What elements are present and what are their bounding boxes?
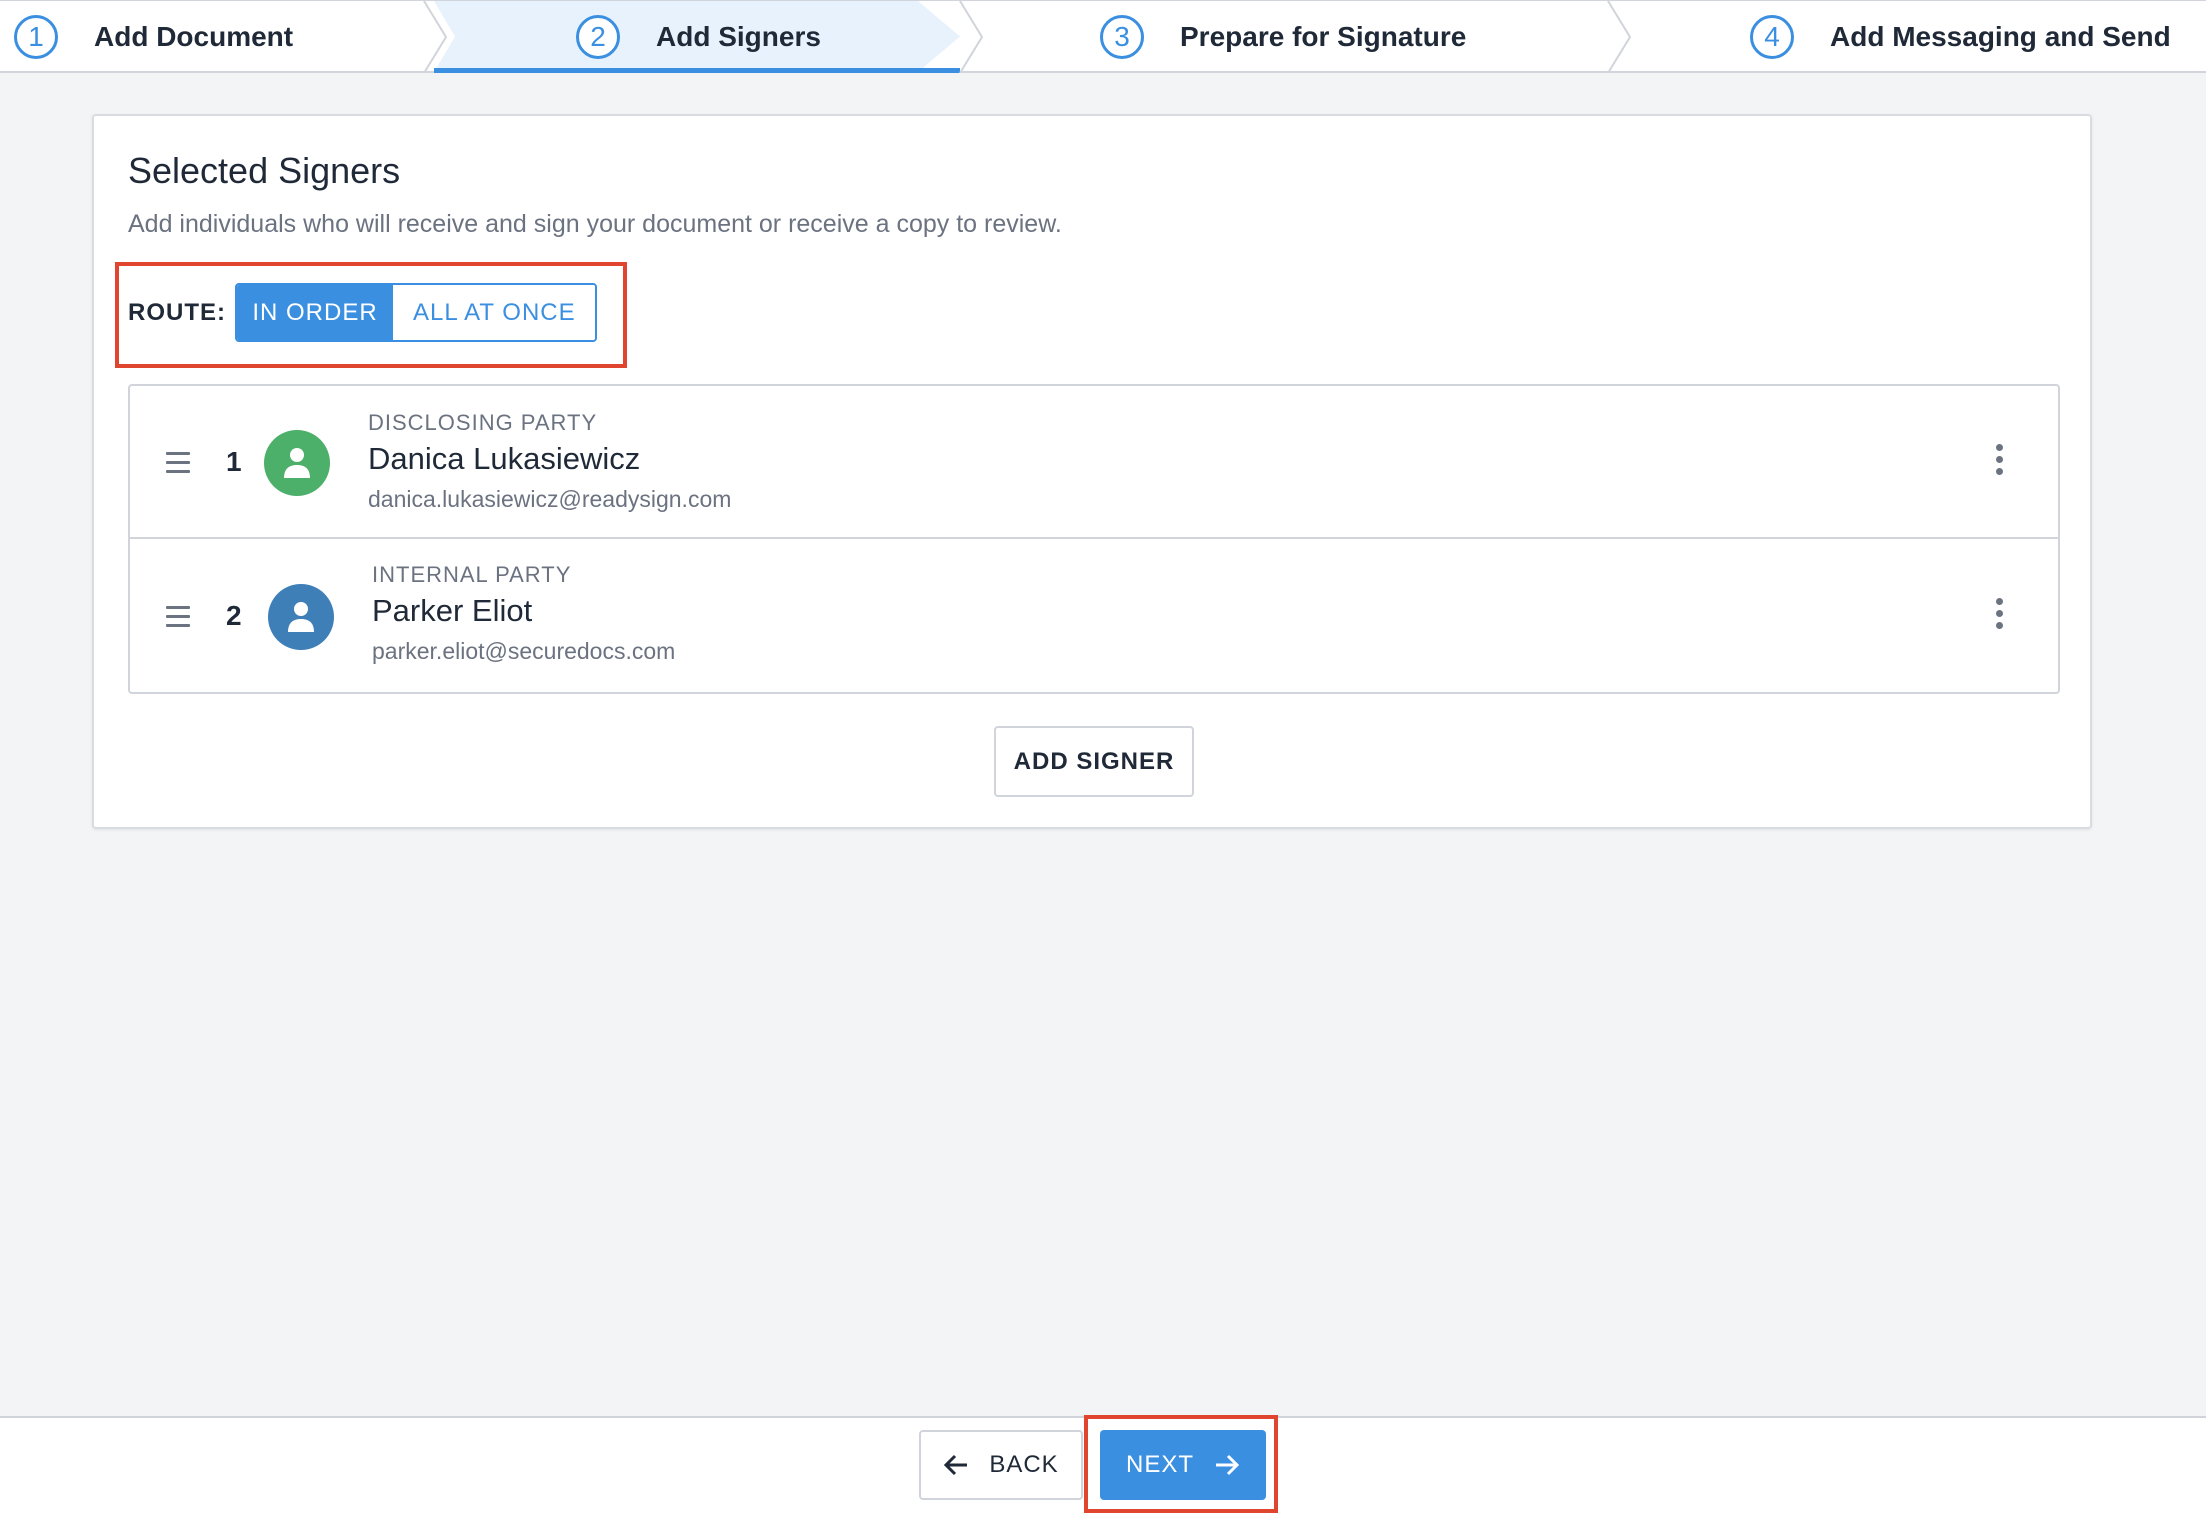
signer-role: DISCLOSING PARTY xyxy=(368,410,598,435)
route-option-in-order[interactable]: IN ORDER xyxy=(237,285,393,340)
user-icon xyxy=(288,602,314,632)
signer-email: danica.lukasiewicz@readysign.com xyxy=(368,486,732,512)
step-label: Add Messaging and Send xyxy=(1830,20,2171,52)
next-button[interactable]: NEXT xyxy=(1100,1430,1266,1500)
more-vertical-icon[interactable] xyxy=(1996,598,2004,634)
avatar xyxy=(268,584,334,650)
route-option-all-at-once[interactable]: ALL AT ONCE xyxy=(393,285,595,340)
signer-list: 1 DISCLOSING PARTY Danica Lukasiewicz da… xyxy=(128,384,2060,694)
arrow-left-icon xyxy=(944,1454,968,1476)
step-add-document[interactable]: 1 Add Document xyxy=(14,1,293,72)
step-label: Add Document xyxy=(94,20,294,52)
step-label: Prepare for Signature xyxy=(1180,20,1467,52)
signer-name: Parker Eliot xyxy=(372,593,533,628)
step-add-signers[interactable]: 2 Add Signers xyxy=(576,1,821,72)
selected-signers-card: Selected Signers Add individuals who wil… xyxy=(92,114,2092,829)
drag-handle-icon[interactable] xyxy=(166,606,190,633)
signer-order: 1 xyxy=(226,446,242,477)
add-signer-button[interactable]: ADD SIGNER xyxy=(994,726,1194,797)
step-add-messaging-and-send[interactable]: 4 Add Messaging and Send xyxy=(1750,1,2171,72)
back-button[interactable]: BACK xyxy=(919,1430,1083,1500)
signer-order: 2 xyxy=(226,600,242,631)
signer-row: 1 DISCLOSING PARTY Danica Lukasiewicz da… xyxy=(130,386,2058,539)
step-separator xyxy=(423,1,448,73)
route-toggle: IN ORDER ALL AT ONCE xyxy=(235,283,597,342)
step-separator xyxy=(1607,1,1632,73)
back-button-label: BACK xyxy=(989,1451,1059,1478)
step-number: 1 xyxy=(14,14,58,59)
signer-name: Danica Lukasiewicz xyxy=(368,441,641,476)
next-button-label: NEXT xyxy=(1125,1451,1194,1478)
card-title: Selected Signers xyxy=(128,150,401,191)
step-label: Add Signers xyxy=(656,20,821,52)
step-number: 2 xyxy=(576,14,620,59)
step-number: 3 xyxy=(1100,14,1144,59)
stepper: 1 Add Document 2 Add Signers 3 Prepare f… xyxy=(0,0,2206,73)
avatar xyxy=(264,430,330,496)
signer-row: 2 INTERNAL PARTY Parker Eliot parker.eli… xyxy=(130,540,2058,693)
step-number: 4 xyxy=(1750,14,1794,59)
more-vertical-icon[interactable] xyxy=(1996,444,2004,480)
arrow-right-icon xyxy=(1216,1454,1240,1476)
card-subtitle: Add individuals who will receive and sig… xyxy=(128,210,1062,238)
signer-email: parker.eliot@securedocs.com xyxy=(372,638,676,664)
route-label: ROUTE: xyxy=(128,299,226,326)
step-prepare-for-signature[interactable]: 3 Prepare for Signature xyxy=(1100,1,1466,72)
user-icon xyxy=(284,448,310,478)
signer-role: INTERNAL PARTY xyxy=(372,562,572,587)
drag-handle-icon[interactable] xyxy=(166,452,190,479)
step-separator xyxy=(959,1,984,73)
